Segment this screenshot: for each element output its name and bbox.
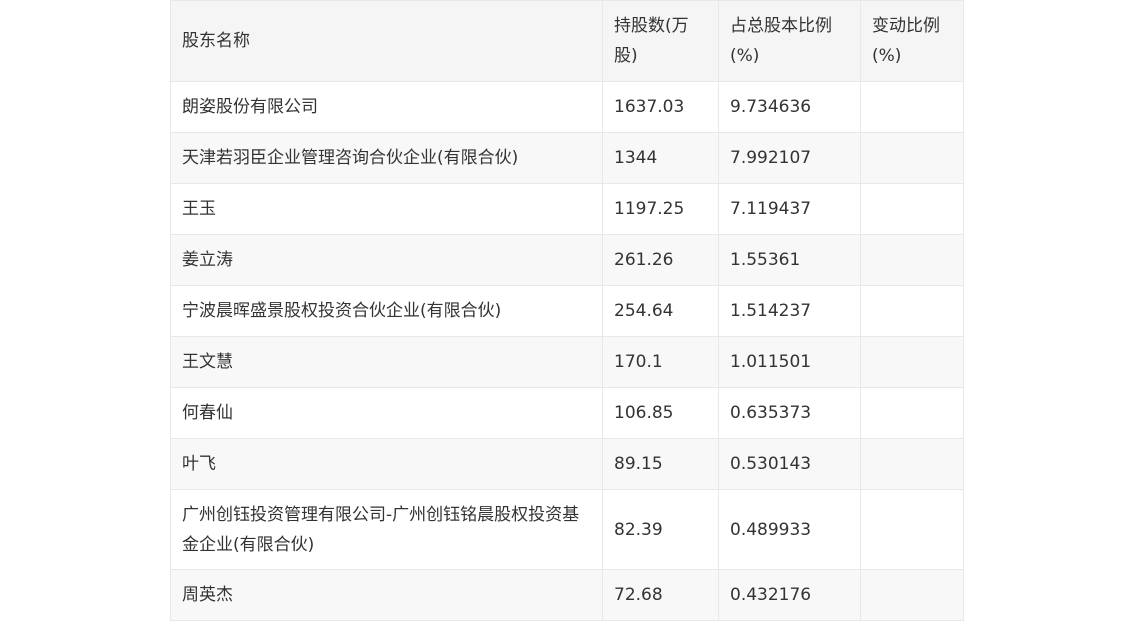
table-row: 宁波晨晖盛景股权投资合伙企业(有限合伙) 254.64 1.514237 — [170, 285, 964, 337]
cell-shares-held: 254.64 — [602, 285, 719, 337]
cell-share-ratio: 7.992107 — [718, 132, 861, 184]
cell-shares-held: 1637.03 — [602, 81, 719, 133]
table-row: 姜立涛 261.26 1.55361 — [170, 234, 964, 286]
cell-shareholder-name: 宁波晨晖盛景股权投资合伙企业(有限合伙) — [170, 285, 603, 337]
header-row: 股东名称 持股数(万股) 占总股本比例(%) 变动比例(%) — [170, 0, 964, 82]
cell-share-ratio: 9.734636 — [718, 81, 861, 133]
cell-share-ratio: 1.514237 — [718, 285, 861, 337]
header-shareholder-name: 股东名称 — [170, 0, 603, 82]
cell-shareholder-name: 广州创钰投资管理有限公司-广州创钰铭晨股权投资基金企业(有限合伙) — [170, 489, 603, 570]
cell-shareholder-name: 姜立涛 — [170, 234, 603, 286]
header-shares-held: 持股数(万股) — [602, 0, 719, 82]
cell-shares-held: 1344 — [602, 132, 719, 184]
cell-shareholder-name: 叶飞 — [170, 438, 603, 490]
cell-shares-held: 72.68 — [602, 569, 719, 621]
table-row: 何春仙 106.85 0.635373 — [170, 387, 964, 439]
cell-shares-held: 106.85 — [602, 387, 719, 439]
cell-share-ratio: 7.119437 — [718, 183, 861, 235]
table-header: 股东名称 持股数(万股) 占总股本比例(%) 变动比例(%) — [170, 0, 964, 82]
cell-shares-held: 1197.25 — [602, 183, 719, 235]
table-row: 广州创钰投资管理有限公司-广州创钰铭晨股权投资基金企业(有限合伙) 82.39 … — [170, 489, 964, 570]
cell-change-ratio — [860, 183, 964, 235]
cell-change-ratio — [860, 81, 964, 133]
cell-shares-held: 82.39 — [602, 489, 719, 570]
cell-shareholder-name: 周英杰 — [170, 569, 603, 621]
cell-shareholder-name: 天津若羽臣企业管理咨询合伙企业(有限合伙) — [170, 132, 603, 184]
cell-share-ratio: 0.432176 — [718, 569, 861, 621]
cell-change-ratio — [860, 489, 964, 570]
cell-shares-held: 170.1 — [602, 336, 719, 388]
cell-share-ratio: 0.530143 — [718, 438, 861, 490]
cell-share-ratio: 0.635373 — [718, 387, 861, 439]
cell-shares-held: 261.26 — [602, 234, 719, 286]
table-row: 王文慧 170.1 1.011501 — [170, 336, 964, 388]
cell-shareholder-name: 何春仙 — [170, 387, 603, 439]
header-share-ratio: 占总股本比例(%) — [718, 0, 861, 82]
cell-shareholder-name: 王玉 — [170, 183, 603, 235]
table-row: 周英杰 72.68 0.432176 — [170, 569, 964, 621]
shareholder-table: 股东名称 持股数(万股) 占总股本比例(%) 变动比例(%) 朗姿股份有限公司 … — [170, 0, 964, 621]
shareholder-table-container: 股东名称 持股数(万股) 占总股本比例(%) 变动比例(%) 朗姿股份有限公司 … — [170, 0, 964, 621]
cell-share-ratio: 1.55361 — [718, 234, 861, 286]
cell-change-ratio — [860, 234, 964, 286]
header-change-ratio: 变动比例(%) — [860, 0, 964, 82]
cell-share-ratio: 1.011501 — [718, 336, 861, 388]
table-row: 朗姿股份有限公司 1637.03 9.734636 — [170, 81, 964, 133]
cell-shareholder-name: 朗姿股份有限公司 — [170, 81, 603, 133]
cell-change-ratio — [860, 387, 964, 439]
cell-shareholder-name: 王文慧 — [170, 336, 603, 388]
table-body: 朗姿股份有限公司 1637.03 9.734636 天津若羽臣企业管理咨询合伙企… — [170, 81, 964, 621]
cell-change-ratio — [860, 132, 964, 184]
cell-share-ratio: 0.489933 — [718, 489, 861, 570]
cell-change-ratio — [860, 285, 964, 337]
cell-shares-held: 89.15 — [602, 438, 719, 490]
cell-change-ratio — [860, 569, 964, 621]
table-row: 王玉 1197.25 7.119437 — [170, 183, 964, 235]
table-row: 叶飞 89.15 0.530143 — [170, 438, 964, 490]
table-row: 天津若羽臣企业管理咨询合伙企业(有限合伙) 1344 7.992107 — [170, 132, 964, 184]
cell-change-ratio — [860, 438, 964, 490]
cell-change-ratio — [860, 336, 964, 388]
